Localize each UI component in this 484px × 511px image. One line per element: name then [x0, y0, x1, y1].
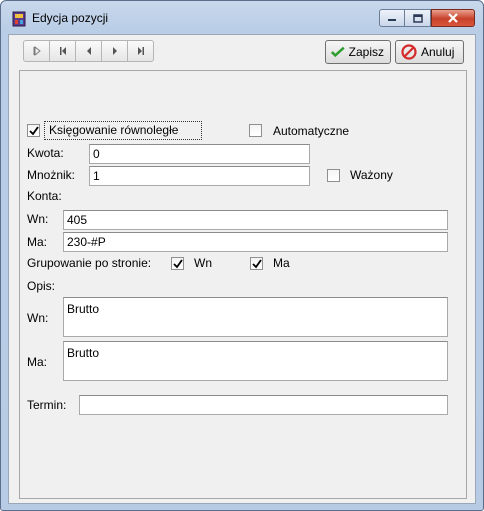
- go-first-icon: [59, 47, 66, 55]
- account-ma-label: Ma:: [27, 235, 48, 249]
- amount-label: Kwota:: [27, 146, 64, 160]
- minimize-icon: [388, 19, 396, 21]
- account-wn-label: Wn:: [27, 212, 49, 226]
- account-ma-field[interactable]: 230-#P: [63, 232, 448, 252]
- form-panel: Księgowanie równoległe Automatyczne Kwot…: [19, 70, 467, 499]
- nav-first-button[interactable]: [49, 40, 76, 62]
- checkmark-icon: [172, 258, 183, 268]
- go-previous-icon: [86, 47, 91, 55]
- record-navigator: [23, 40, 154, 62]
- multiplier-field[interactable]: 1: [89, 166, 310, 186]
- cancel-button-label: Anuluj: [421, 45, 455, 59]
- window-title: Edycja pozycji: [32, 11, 109, 25]
- red-cancel-icon: [401, 44, 417, 60]
- account-wn-field[interactable]: 405: [63, 210, 448, 230]
- automatic-label: Automatyczne: [273, 124, 350, 138]
- grouping-ma-label: Ma: [273, 256, 290, 270]
- description-header: Opis:: [27, 279, 56, 293]
- title-bar[interactable]: Edycja pozycji: [1, 1, 483, 33]
- deadline-label: Termin:: [27, 398, 67, 412]
- desc-wn-label: Wn:: [27, 311, 49, 325]
- cancel-button[interactable]: Anuluj: [395, 40, 464, 64]
- checkmark-icon: [251, 258, 262, 268]
- save-button[interactable]: Zapisz: [325, 40, 391, 64]
- save-button-label: Zapisz: [348, 45, 384, 59]
- multiplier-label: Mnożnik:: [27, 168, 76, 182]
- go-next-icon: [112, 47, 117, 55]
- parallel-booking-label: Księgowanie równoległe: [49, 123, 179, 137]
- nav-previous-button[interactable]: [75, 40, 102, 62]
- go-first-hollow-icon: [33, 45, 41, 57]
- automatic-checkbox[interactable]: [249, 124, 262, 137]
- weighted-checkbox[interactable]: [327, 169, 340, 182]
- grouping-wn-label: Wn: [194, 256, 212, 270]
- go-last-icon: [137, 47, 144, 55]
- minimize-button[interactable]: [379, 9, 405, 27]
- maximize-button[interactable]: [405, 9, 431, 27]
- nav-first-hollow-button[interactable]: [23, 40, 50, 62]
- maximize-icon: [412, 13, 423, 23]
- accounts-header: Konta:: [27, 189, 62, 203]
- checkmark-icon: [28, 125, 39, 135]
- ledger-app-icon: [12, 11, 26, 27]
- nav-last-button[interactable]: [127, 40, 154, 62]
- nav-next-button[interactable]: [101, 40, 128, 62]
- parallel-booking-checkbox[interactable]: [27, 124, 40, 137]
- dialog-client-area: Zapisz Anuluj Księgowanie równoległe Aut…: [8, 34, 476, 504]
- amount-field[interactable]: 0: [89, 144, 310, 164]
- desc-ma-label: Ma:: [27, 355, 48, 369]
- deadline-field[interactable]: [79, 395, 448, 415]
- dialog-window: Edycja pozycji Zapisz Anuluj Księgowanie…: [0, 0, 484, 511]
- weighted-label: Ważony: [350, 168, 393, 182]
- close-button[interactable]: [431, 9, 475, 27]
- grouping-wn-checkbox[interactable]: [171, 257, 184, 270]
- desc-wn-memo[interactable]: Brutto: [63, 297, 448, 337]
- green-checkmark-icon: [331, 46, 345, 58]
- grouping-ma-checkbox[interactable]: [250, 257, 263, 270]
- close-icon: [448, 13, 458, 23]
- grouping-label: Grupowanie po stronie:: [27, 256, 152, 270]
- desc-ma-memo[interactable]: Brutto: [63, 341, 448, 381]
